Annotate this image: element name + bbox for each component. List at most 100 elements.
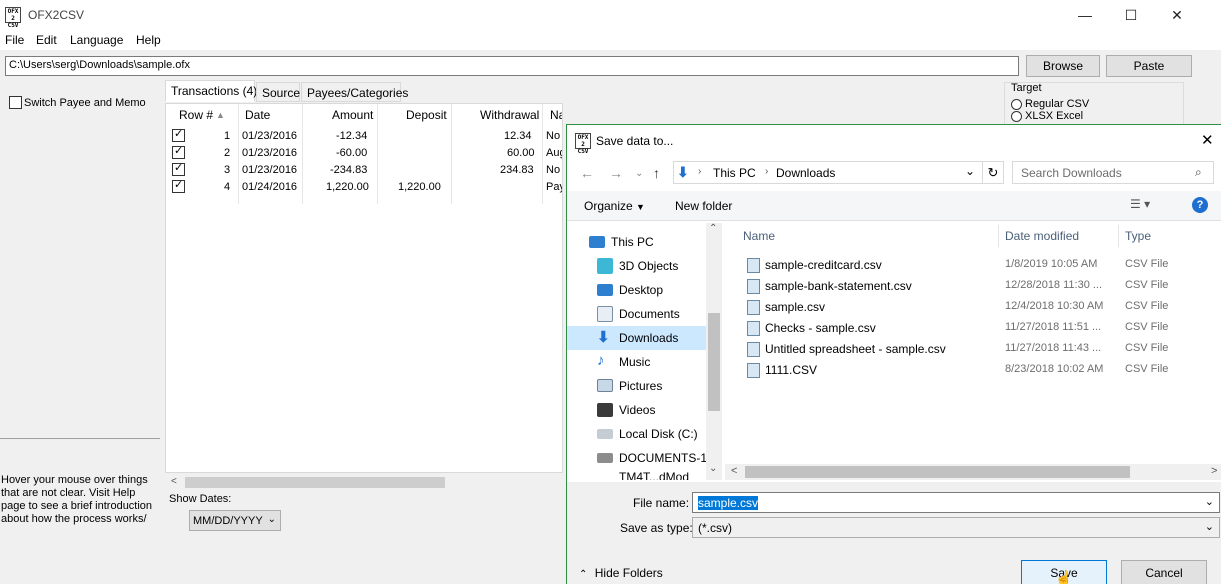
col-name[interactable]: Name (payee/r) <box>550 108 562 122</box>
hide-folders-button[interactable]: ⌃ Hide Folders <box>579 566 663 580</box>
breadcrumb-this-pc[interactable]: This PC <box>713 166 756 180</box>
address-bar[interactable]: ⬇ › This PC › Downloads ⌄ ↻ <box>673 161 1004 184</box>
tree-item-partial[interactable]: TM4T...dMod <box>567 470 706 480</box>
organize-button[interactable]: Organize ▼ <box>584 199 645 213</box>
paste-button[interactable]: Paste <box>1106 55 1192 77</box>
tree-item-pictures[interactable]: Pictures <box>567 374 706 398</box>
cell-withdrawal: 234.83 <box>500 164 534 176</box>
table-row[interactable]: ✓ 2 01/23/2016 -60.00 60.00 Aug <box>166 145 562 162</box>
scroll-thumb[interactable] <box>185 477 445 488</box>
grid-horizontal-scrollbar[interactable]: < <box>165 474 563 491</box>
organize-dropdown-icon: ▼ <box>636 202 645 212</box>
menu-help[interactable]: Help <box>136 33 161 47</box>
forward-arrow-icon[interactable]: → <box>609 165 623 181</box>
col-withdrawal[interactable]: Withdrawal <box>480 108 539 122</box>
sort-asc-icon: ▲ <box>216 110 225 120</box>
scroll-left-icon[interactable]: < <box>731 465 737 477</box>
tree-item-this-pc[interactable]: This PC <box>567 230 706 254</box>
file-row[interactable]: sample.csv 12/4/2018 10:30 AM CSV File <box>725 296 1221 317</box>
col-date[interactable]: Date <box>245 108 270 122</box>
column-name[interactable]: Name <box>743 229 775 243</box>
save-as-type-select[interactable]: (*.csv) ⌄ <box>692 517 1220 538</box>
scroll-left-icon[interactable]: < <box>171 476 177 487</box>
date-format-select[interactable]: MM/DD/YYYY ⌄ <box>189 510 281 531</box>
hide-folders-label: Hide Folders <box>594 566 663 580</box>
tree-item-videos[interactable]: Videos <box>567 398 706 422</box>
col-row[interactable]: Row # <box>179 108 213 122</box>
back-arrow-icon[interactable]: ← <box>580 165 594 181</box>
new-folder-button[interactable]: New folder <box>675 199 732 213</box>
up-arrow-icon[interactable]: ↑ <box>653 165 660 181</box>
cancel-button[interactable]: Cancel <box>1121 560 1207 584</box>
search-input[interactable]: Search Downloads ⌕ <box>1012 161 1214 184</box>
tree-item-documents[interactable]: Documents <box>567 302 706 326</box>
breadcrumb-downloads[interactable]: Downloads <box>776 166 835 180</box>
file-row[interactable]: sample-creditcard.csv 1/8/2019 10:05 AM CS… <box>725 254 1221 275</box>
col-deposit[interactable]: Deposit <box>406 108 447 122</box>
view-options-icon[interactable]: ☰ ▾ <box>1130 197 1150 211</box>
col-amount[interactable]: Amount <box>332 108 373 122</box>
file-name-input[interactable]: sample.csv ⌄ <box>692 492 1220 513</box>
browse-button[interactable]: Browse <box>1026 55 1100 77</box>
help-icon[interactable]: ? <box>1192 197 1208 213</box>
tree-scroll-thumb[interactable] <box>708 313 720 411</box>
file-name-value: sample.csv <box>698 496 759 510</box>
file-name-label: File name: <box>633 496 690 510</box>
row-checkbox[interactable]: ✓ <box>172 162 185 179</box>
menu-edit[interactable]: Edit <box>36 33 57 47</box>
tab-source[interactable]: Source <box>256 82 300 102</box>
row-checkbox[interactable]: ✓ <box>172 145 185 162</box>
maximize-button[interactable]: ☐ <box>1108 0 1154 30</box>
tab-payees-categories[interactable]: Payees/Categories <box>301 82 408 102</box>
tree-item-desktop[interactable]: Desktop <box>567 278 706 302</box>
scroll-up-icon[interactable]: ⌃ <box>709 223 717 234</box>
file-row[interactable]: Untitled spreadsheet - sample.csv 11/27/2… <box>725 338 1221 359</box>
dialog-app-icon: OFX 2 CSV <box>575 133 591 155</box>
radio-xlsx-excel[interactable] <box>1011 111 1022 125</box>
table-row[interactable]: ✓ 4 01/24/2016 1,220.00 1,220.00 Pay <box>166 179 562 196</box>
file-scroll-thumb[interactable] <box>745 466 1130 478</box>
scroll-right-icon[interactable]: > <box>1211 465 1217 477</box>
search-placeholder: Search Downloads <box>1021 166 1122 180</box>
tree-item-local-disk[interactable]: Local Disk (C:) <box>567 422 706 446</box>
file-row[interactable]: Checks - sample.csv 11/27/2018 11:51 ... C… <box>725 317 1221 338</box>
tree-item-downloads[interactable]: ⬇ Downloads <box>567 326 706 350</box>
tree-scrollbar[interactable]: ⌃ ⌄ <box>706 223 722 480</box>
file-row[interactable]: 1111.CSV 8/23/2018 10:02 AM CSV File <box>725 359 1221 380</box>
dialog-close-icon[interactable]: ✕ <box>1201 131 1214 149</box>
file-list-scrollbar[interactable]: < > <box>725 464 1221 480</box>
target-group: Target Regular CSV XLSX Excel <box>1004 82 1184 126</box>
column-date-modified[interactable]: Date modified <box>1005 229 1079 243</box>
chevron-up-icon: ⌃ <box>579 569 588 580</box>
row-checkbox[interactable]: ✓ <box>172 179 185 196</box>
file-path-input[interactable]: C:\Users\serg\Downloads\sample.ofx <box>5 56 1019 76</box>
cell-name: Pay <box>546 181 562 193</box>
radio-xlsx-excel-label: XLSX Excel <box>1025 110 1084 122</box>
recent-chevron-icon[interactable]: ⌄ <box>635 168 643 179</box>
hint-text: Hover your mouse over things that are no… <box>1 474 153 525</box>
organize-label: Organize <box>584 199 633 213</box>
menu-file[interactable]: File <box>5 33 24 47</box>
csv-file-icon <box>747 300 760 315</box>
close-button[interactable]: ✕ <box>1154 0 1200 30</box>
switch-payee-memo-checkbox[interactable] <box>9 96 22 112</box>
tree-item-3d-objects[interactable]: 3D Objects <box>567 254 706 278</box>
address-dropdown-icon[interactable]: ⌄ <box>965 164 975 178</box>
scroll-down-icon[interactable]: ⌄ <box>709 463 717 474</box>
tree-item-documents-1[interactable]: DOCUMENTS-1 <box>567 446 707 470</box>
file-row[interactable]: sample-bank-statement.csv 12/28/2018 11:3… <box>725 275 1221 296</box>
target-label: Target <box>1011 82 1042 94</box>
table-row[interactable]: ✓ 3 01/23/2016 -234.83 234.83 No p <box>166 162 562 179</box>
menu-bar <box>0 30 1221 50</box>
column-type[interactable]: Type <box>1125 229 1151 243</box>
save-as-type-label: Save as type: <box>620 521 693 535</box>
cell-date: 01/23/2016 <box>242 130 298 142</box>
tree-item-music[interactable]: ♪ Music <box>567 350 706 374</box>
row-checkbox[interactable]: ✓ <box>172 128 185 145</box>
menu-language[interactable]: Language <box>70 33 123 47</box>
tab-transactions[interactable]: Transactions (4) <box>165 80 257 102</box>
table-row[interactable]: ✓ 1 01/23/2016 -12.34 12.34 No p <box>166 128 562 145</box>
breadcrumb-separator-icon: › <box>698 166 702 177</box>
refresh-icon[interactable]: ↻ <box>982 162 1003 183</box>
minimize-button[interactable]: — <box>1062 0 1108 30</box>
